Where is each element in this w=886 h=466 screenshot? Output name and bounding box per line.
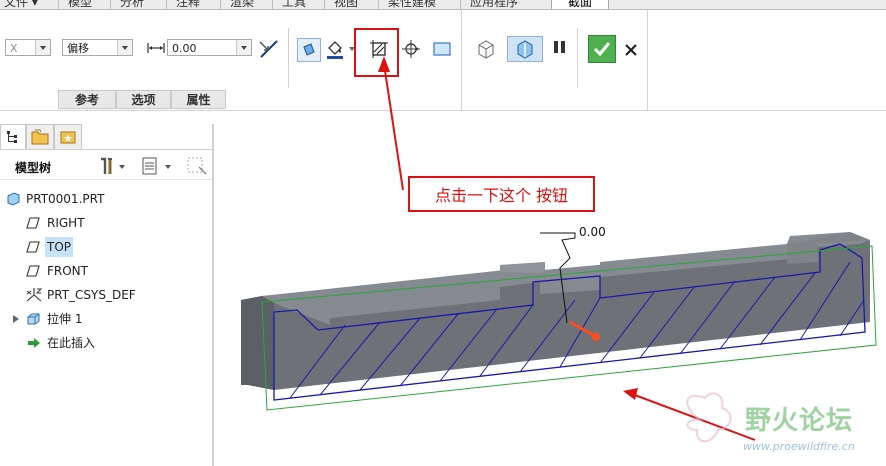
dimension-value-label[interactable]: 0.00 [579,225,606,239]
watermark-url: www.proewildfire.cn [743,440,855,453]
annotation-arrow [623,388,756,441]
watermark-text: 野火论坛 [745,406,854,436]
model-graphics [241,28,877,443]
annotation-note: 点击一下这个 按钮 [408,176,595,212]
annotation-highlight-box [354,28,399,77]
part-body [241,232,870,390]
